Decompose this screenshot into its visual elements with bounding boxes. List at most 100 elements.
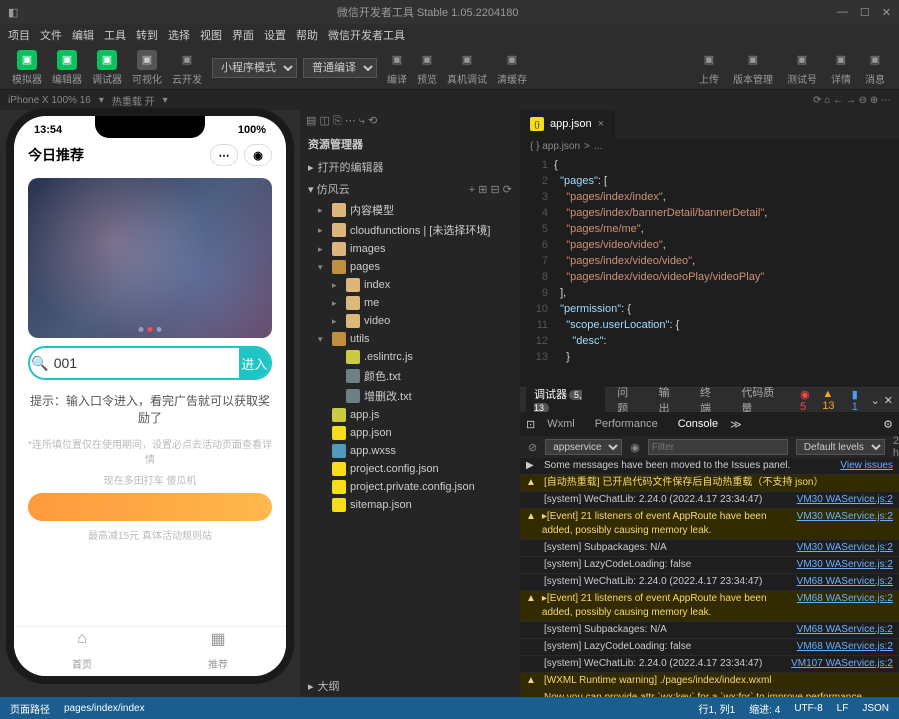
- info-count[interactable]: ▮ 1: [852, 388, 867, 413]
- open-editors-section[interactable]: ▸ 打开的编辑器: [300, 156, 520, 178]
- toolbar-清缓存[interactable]: ▣清缓存: [493, 48, 531, 88]
- tree-颜色.txt[interactable]: 颜色.txt: [300, 366, 520, 386]
- tree-app.js[interactable]: app.js: [300, 406, 520, 424]
- source-link[interactable]: View issues: [840, 459, 893, 473]
- source-link[interactable]: VM107 WAService.js:2: [791, 657, 893, 671]
- menu-工具[interactable]: 工具: [104, 27, 126, 43]
- devtools-collapse-icon[interactable]: ⌄: [871, 394, 880, 407]
- levels-select[interactable]: Default levels: [796, 439, 885, 455]
- console-line: ▲▸[Event] 21 listeners of event AppRoute…: [520, 591, 899, 622]
- capsule-menu-icon[interactable]: ⋯: [210, 144, 238, 166]
- toolbar-消息[interactable]: ▣消息: [859, 48, 891, 88]
- toolbar-预览[interactable]: ▣预览: [413, 48, 441, 88]
- source-link[interactable]: VM30 WAService.js:2: [797, 493, 893, 507]
- tree-me[interactable]: ▸me: [300, 294, 520, 312]
- hot-reload[interactable]: 热重载 开: [112, 93, 155, 108]
- tree-pages[interactable]: ▾pages: [300, 258, 520, 276]
- toolbar-云开发[interactable]: ▣云开发: [168, 48, 206, 88]
- tree-.eslintrc.js[interactable]: .eslintrc.js: [300, 348, 520, 366]
- menu-编辑[interactable]: 编辑: [72, 27, 94, 43]
- menu-文件[interactable]: 文件: [40, 27, 62, 43]
- context-select[interactable]: appservice: [545, 439, 622, 455]
- ad-banner[interactable]: [28, 493, 272, 521]
- console-line: [system] WeChatLib: 2.24.0 (2022.4.17 23…: [520, 656, 899, 673]
- banner-swiper[interactable]: [28, 178, 272, 338]
- tree-index[interactable]: ▸index: [300, 276, 520, 294]
- page-path[interactable]: pages/index/index: [64, 703, 145, 714]
- source-link[interactable]: VM30 WAService.js:2: [797, 558, 893, 572]
- indent[interactable]: 缩进: 4: [749, 701, 780, 716]
- menu-微信开发者工具[interactable]: 微信开发者工具: [328, 27, 405, 43]
- tree-utils[interactable]: ▾utils: [300, 330, 520, 348]
- code-input[interactable]: [50, 348, 239, 378]
- toolbar-详情[interactable]: ▣详情: [825, 48, 857, 88]
- devtools-settings-icon[interactable]: ⚙: [883, 418, 893, 431]
- maximize-button[interactable]: ☐: [860, 6, 870, 19]
- close-tab-icon[interactable]: ×: [598, 118, 604, 130]
- eol[interactable]: LF: [837, 703, 849, 714]
- status-battery: 100%: [238, 124, 266, 136]
- console-line: ▲[WXML Runtime warning] ./pages/index/in…: [520, 673, 899, 690]
- cursor-pos[interactable]: 行1, 列1: [699, 701, 736, 716]
- inspect-icon[interactable]: ⊡: [526, 418, 535, 431]
- tree-app.json[interactable]: app.json: [300, 424, 520, 442]
- clear-console-icon[interactable]: ⊘: [528, 441, 537, 454]
- tree-内容模型[interactable]: ▸内容模型: [300, 200, 520, 220]
- tree-images[interactable]: ▸images: [300, 240, 520, 258]
- toolbar-调试器[interactable]: ▣调试器: [88, 48, 126, 88]
- project-section[interactable]: ▾ 仿风云 + ⊞ ⊟ ⟳: [300, 178, 520, 200]
- devtools-close-icon[interactable]: ✕: [884, 394, 893, 407]
- tree-cloudfunctions | [未选择环境][interactable]: ▸cloudfunctions | [未选择环境]: [300, 220, 520, 240]
- toolbar-可视化[interactable]: ▣可视化: [128, 48, 166, 88]
- source-link[interactable]: VM68 WAService.js:2: [797, 623, 893, 637]
- performance-tab[interactable]: Performance: [587, 415, 666, 433]
- tree-增删改.txt[interactable]: 增删改.txt: [300, 386, 520, 406]
- editor-tab[interactable]: {} app.json ×: [520, 110, 615, 138]
- mode-select[interactable]: 小程序模式: [212, 58, 297, 78]
- toolbar-编译[interactable]: ▣编译: [383, 48, 411, 88]
- toolbar-模拟器[interactable]: ▣模拟器: [8, 48, 46, 88]
- toolbar-真机调试[interactable]: ▣真机调试: [443, 48, 491, 88]
- wxml-tab[interactable]: Wxml: [539, 415, 583, 433]
- menu-界面[interactable]: 界面: [232, 27, 254, 43]
- toolbar-版本管理[interactable]: ▣版本管理: [727, 48, 779, 88]
- warn-count[interactable]: ▲ 13: [822, 388, 847, 412]
- breadcrumb[interactable]: { } app.json>...: [520, 138, 899, 155]
- console-tab[interactable]: Console: [670, 415, 726, 433]
- enter-button[interactable]: 进入: [239, 348, 270, 378]
- source-link[interactable]: VM68 WAService.js:2: [797, 640, 893, 654]
- hidden-count[interactable]: 2 hidden: [893, 435, 899, 459]
- tree-sitemap.json[interactable]: sitemap.json: [300, 496, 520, 514]
- toolbar-测试号[interactable]: ▣测试号: [781, 48, 823, 88]
- tabbar-首页[interactable]: ⌂首页: [14, 627, 150, 676]
- compile-select[interactable]: 普通编译: [303, 58, 377, 78]
- source-link[interactable]: VM68 WAService.js:2: [797, 575, 893, 589]
- menu-转到[interactable]: 转到: [136, 27, 158, 43]
- menu-项目[interactable]: 项目: [8, 27, 30, 43]
- capsule-close-icon[interactable]: ◉: [244, 144, 272, 166]
- search-bar: 🔍 进入: [28, 346, 272, 380]
- menu-选择[interactable]: 选择: [168, 27, 190, 43]
- source-link[interactable]: VM68 WAService.js:2: [797, 592, 893, 620]
- source-link[interactable]: VM30 WAService.js:2: [797, 541, 893, 555]
- minimize-button[interactable]: —: [837, 6, 848, 19]
- tree-app.wxss[interactable]: app.wxss: [300, 442, 520, 460]
- tree-video[interactable]: ▸video: [300, 312, 520, 330]
- lang[interactable]: JSON: [862, 703, 889, 714]
- app-icon: ◧: [8, 6, 18, 19]
- device-info[interactable]: iPhone X 100% 16: [8, 95, 91, 106]
- encoding[interactable]: UTF-8: [794, 703, 822, 714]
- error-count[interactable]: ◉ 5: [800, 388, 818, 413]
- menu-视图[interactable]: 视图: [200, 27, 222, 43]
- source-link[interactable]: VM30 WAService.js:2: [797, 510, 893, 538]
- tree-project.private.config.json[interactable]: project.private.config.json: [300, 478, 520, 496]
- tabbar-推荐[interactable]: ▦推荐: [150, 627, 286, 676]
- close-button[interactable]: ✕: [882, 6, 891, 19]
- toolbar-编辑器[interactable]: ▣编辑器: [48, 48, 86, 88]
- tree-project.config.json[interactable]: project.config.json: [300, 460, 520, 478]
- menu-设置[interactable]: 设置: [264, 27, 286, 43]
- toolbar-上传[interactable]: ▣上传: [693, 48, 725, 88]
- menu-帮助[interactable]: 帮助: [296, 27, 318, 43]
- console-filter[interactable]: [648, 439, 788, 455]
- outline-section[interactable]: ▸ 大纲: [300, 675, 520, 697]
